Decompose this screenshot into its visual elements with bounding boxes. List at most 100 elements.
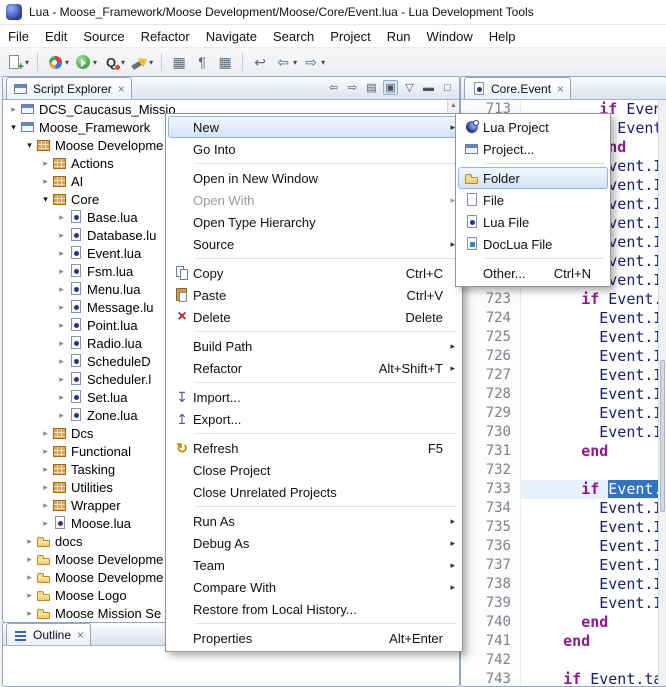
scrollbar-thumb[interactable] (660, 360, 665, 512)
code-line[interactable]: 736 Event.Ini (461, 537, 666, 556)
menu-search[interactable]: Search (265, 27, 322, 46)
collapsed-arrow-icon[interactable]: ▸ (39, 500, 52, 511)
collapsed-arrow-icon[interactable]: ▸ (55, 248, 68, 259)
new-button[interactable]: ▾ (4, 51, 31, 73)
collapsed-arrow-icon[interactable]: ▸ (55, 374, 68, 385)
code-line[interactable]: 732 (461, 461, 666, 480)
expanded-arrow-icon[interactable]: ▾ (39, 194, 52, 205)
collapsed-arrow-icon[interactable]: ▸ (55, 356, 68, 367)
context-menu-item-close-project[interactable]: Close Project (168, 459, 460, 481)
expanded-arrow-icon[interactable]: ▾ (7, 122, 20, 133)
code-line[interactable]: 727 Event.Ini (461, 366, 666, 385)
collapsed-arrow-icon[interactable]: ▸ (39, 446, 52, 457)
code-line[interactable]: 737 Event.Ini (461, 556, 666, 575)
code-line[interactable]: 741 end (461, 632, 666, 651)
new-submenu-item-project[interactable]: Project... (458, 138, 608, 160)
collapsed-arrow-icon[interactable]: ▸ (55, 230, 68, 241)
tab-core-event[interactable]: Core.Event × (464, 77, 571, 99)
collapsed-arrow-icon[interactable]: ▸ (55, 266, 68, 277)
context-menu-item-refactor[interactable]: RefactorAlt+Shift+T▸ (168, 357, 460, 379)
context-menu-item-properties[interactable]: PropertiesAlt+Enter (168, 627, 460, 649)
new-submenu-item-other[interactable]: Other...Ctrl+N (458, 262, 608, 284)
view-menu-button[interactable]: ▽ (402, 80, 417, 95)
back-history-button[interactable]: ⇦ (326, 80, 341, 95)
search-button[interactable]: ▾ (128, 51, 155, 73)
collapsed-arrow-icon[interactable]: ▸ (55, 410, 68, 421)
tab-outline[interactable]: Outline × (6, 623, 91, 645)
context-menu-item-refresh[interactable]: ↻RefreshF5 (168, 437, 460, 459)
tab-script-explorer[interactable]: Script Explorer × (6, 77, 132, 99)
maximize-view-button[interactable]: □ (440, 80, 455, 95)
code-line[interactable]: 735 Event.Ini (461, 518, 666, 537)
code-line[interactable]: 730 Event.Ini (461, 423, 666, 442)
collapsed-arrow-icon[interactable]: ▸ (7, 104, 20, 115)
collapsed-arrow-icon[interactable]: ▸ (55, 392, 68, 403)
context-menu-item-import[interactable]: ↧Import... (168, 386, 460, 408)
code-line[interactable]: 734 Event.Ini (461, 499, 666, 518)
context-menu-item-delete[interactable]: ×DeleteDelete (168, 306, 460, 328)
collapsed-arrow-icon[interactable]: ▸ (39, 482, 52, 493)
context-menu-item-copy[interactable]: CopyCtrl+C (168, 262, 460, 284)
collapsed-arrow-icon[interactable]: ▸ (23, 554, 36, 565)
new-submenu-item-lua-file[interactable]: Lua File (458, 211, 608, 233)
collapsed-arrow-icon[interactable]: ▸ (55, 284, 68, 295)
new-submenu-item-file[interactable]: File (458, 189, 608, 211)
collapse-all-button[interactable]: ▤ (364, 80, 379, 95)
collapsed-arrow-icon[interactable]: ▸ (55, 212, 68, 223)
collapsed-arrow-icon[interactable]: ▸ (39, 464, 52, 475)
code-line[interactable]: 733 if Event. (461, 480, 666, 499)
code-line[interactable]: 731 end (461, 442, 666, 461)
new-submenu-item-doclua-file[interactable]: DocLua File (458, 233, 608, 255)
profile-button[interactable]: Q▾ (100, 51, 127, 73)
collapsed-arrow-icon[interactable]: ▸ (55, 320, 68, 331)
context-menu-item-export[interactable]: ↥Export... (168, 408, 460, 430)
context-menu-item-team[interactable]: Team▸ (168, 554, 460, 576)
editor-scrollbar[interactable] (658, 100, 666, 686)
close-icon[interactable]: × (77, 628, 84, 642)
context-menu-item-go-into[interactable]: Go Into (168, 138, 460, 160)
context-menu-item-source[interactable]: Source▸ (168, 233, 460, 255)
link-with-editor-button[interactable]: ▣ (383, 80, 398, 95)
collapsed-arrow-icon[interactable]: ▸ (39, 158, 52, 169)
collapsed-arrow-icon[interactable]: ▸ (39, 176, 52, 187)
context-menu-item-debug-as[interactable]: Debug As▸ (168, 532, 460, 554)
forward-history-button[interactable]: ⇨ (345, 80, 360, 95)
context-menu-item-compare-with[interactable]: Compare With▸ (168, 576, 460, 598)
code-line[interactable]: 743 if Event.ta (461, 670, 666, 686)
collapsed-arrow-icon[interactable]: ▸ (55, 338, 68, 349)
run-button[interactable]: ▾ (72, 51, 99, 73)
menu-file[interactable]: File (0, 27, 37, 46)
menu-refactor[interactable]: Refactor (133, 27, 198, 46)
context-menu-item-restore-from-local-history[interactable]: Restore from Local History... (168, 598, 460, 620)
launch-config-button[interactable]: ▾ (44, 51, 71, 73)
menu-window[interactable]: Window (419, 27, 481, 46)
code-line[interactable]: 729 Event.Ini (461, 404, 666, 423)
show-whitespace-button[interactable]: ¶ (191, 51, 213, 73)
menu-edit[interactable]: Edit (37, 27, 75, 46)
code-line[interactable]: 728 Event.Ini (461, 385, 666, 404)
last-edit-location-button[interactable]: ↩ (249, 51, 271, 73)
collapsed-arrow-icon[interactable]: ▸ (23, 608, 36, 619)
context-menu-item-new[interactable]: New▸ (168, 116, 460, 138)
expanded-arrow-icon[interactable]: ▾ (23, 140, 36, 151)
annotations-button[interactable]: ▦ (214, 51, 236, 73)
context-menu-item-paste[interactable]: PasteCtrl+V (168, 284, 460, 306)
code-line[interactable]: 742 (461, 651, 666, 670)
context-menu-item-close-unrelated-projects[interactable]: Close Unrelated Projects (168, 481, 460, 503)
minimize-view-button[interactable]: ▬ (421, 80, 436, 95)
back-button[interactable]: ⇦▾ (272, 51, 299, 73)
code-line[interactable]: 740 end (461, 613, 666, 632)
collapsed-arrow-icon[interactable]: ▸ (23, 590, 36, 601)
close-icon[interactable]: × (557, 82, 564, 96)
context-menu-item-open-in-new-window[interactable]: Open in New Window (168, 167, 460, 189)
context-menu-item-build-path[interactable]: Build Path▸ (168, 335, 460, 357)
close-icon[interactable]: × (118, 82, 125, 96)
collapsed-arrow-icon[interactable]: ▸ (39, 428, 52, 439)
code-line[interactable]: 723 if Event.I (461, 290, 666, 309)
menu-navigate[interactable]: Navigate (198, 27, 265, 46)
new-submenu-item-folder[interactable]: Folder (458, 167, 608, 189)
new-submenu-item-lua-project[interactable]: Lua Project (458, 116, 608, 138)
menu-source[interactable]: Source (75, 27, 132, 46)
collapsed-arrow-icon[interactable]: ▸ (55, 302, 68, 313)
code-line[interactable]: 725 Event.Ini (461, 328, 666, 347)
